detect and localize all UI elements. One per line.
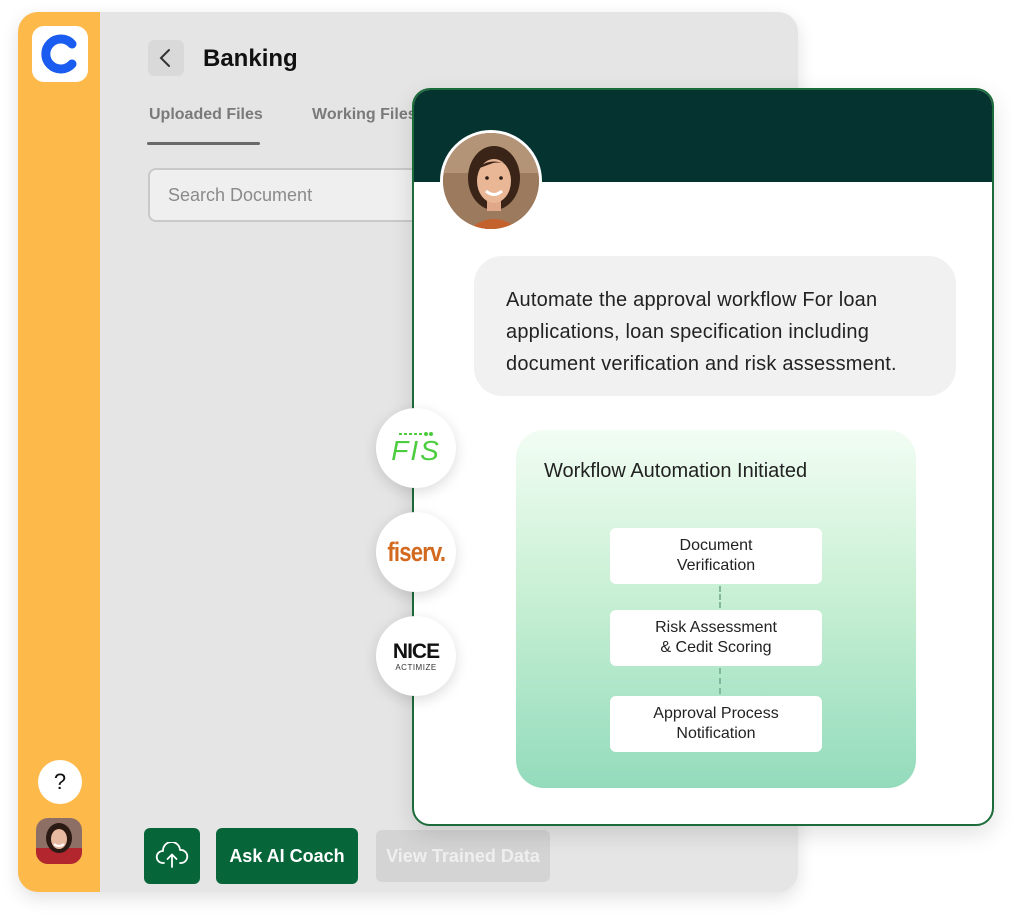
sidebar-rail: ?	[18, 12, 100, 892]
chevron-left-icon	[159, 49, 170, 67]
user-message-bubble: Automate the approval workflow For loan …	[474, 256, 956, 396]
help-button[interactable]: ?	[38, 760, 82, 804]
nice-logo-text: NICE	[392, 639, 440, 663]
upload-button[interactable]	[144, 828, 200, 884]
app-logo[interactable]	[32, 26, 88, 82]
actimize-logo-text: ACTIMIZE	[395, 662, 437, 672]
fis-logo: FIS	[376, 408, 456, 488]
assistant-avatar	[440, 130, 542, 232]
workflow-connector	[719, 586, 721, 608]
workflow-panel: Workflow Automation Initiated Document V…	[516, 430, 916, 788]
app-logo-icon	[41, 34, 77, 74]
workflow-step-risk-assessment: Risk Assessment & Cedit Scoring	[610, 610, 822, 666]
cloud-upload-icon	[155, 842, 189, 868]
active-tab-indicator	[147, 142, 260, 145]
user-avatar[interactable]	[36, 818, 82, 864]
view-trained-data-button[interactable]: View Trained Data	[376, 830, 550, 882]
fis-logo-text: FIS	[391, 434, 441, 466]
back-button[interactable]	[148, 40, 184, 76]
workflow-connector	[719, 668, 721, 694]
workflow-step-document-verification: Document Verification	[610, 528, 822, 584]
ask-ai-coach-button[interactable]: Ask AI Coach	[216, 828, 358, 884]
fiserv-logo: fiserv.	[376, 512, 456, 592]
nice-actimize-logo: NICE ACTIMIZE	[376, 616, 456, 696]
workflow-step-approval-notification: Approval Process Notification	[610, 696, 822, 752]
tab-working-files[interactable]: Working Files	[312, 106, 417, 124]
tab-uploaded-files[interactable]: Uploaded Files	[149, 106, 263, 124]
workflow-title: Workflow Automation Initiated	[544, 460, 808, 482]
page-title: Banking	[203, 45, 298, 72]
fiserv-logo-text: fiserv.	[387, 536, 446, 567]
search-document-input[interactable]	[148, 168, 448, 222]
